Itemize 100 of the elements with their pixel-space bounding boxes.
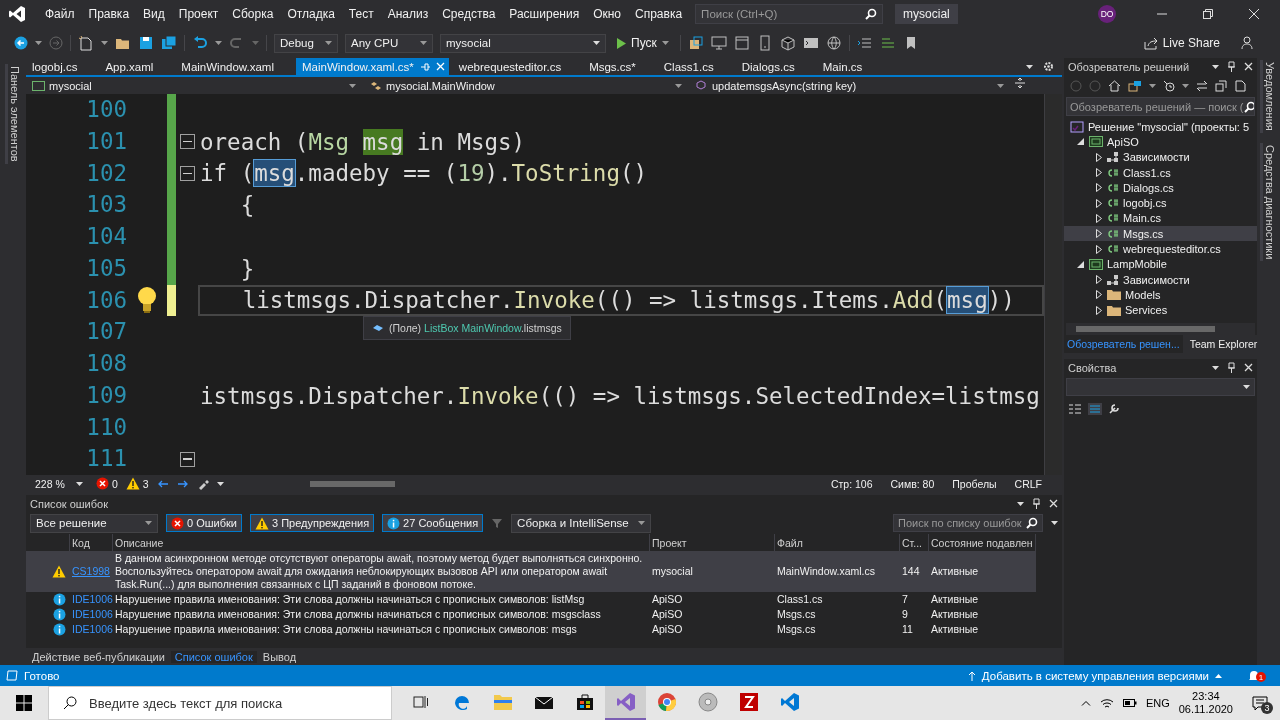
menu-item[interactable]: Справка xyxy=(628,7,690,21)
tree-item[interactable]: logobj.cs xyxy=(1064,195,1257,211)
home-icon[interactable] xyxy=(1108,80,1121,92)
language-indicator[interactable]: ENG xyxy=(1145,697,1170,709)
settings-icon[interactable] xyxy=(1043,61,1054,72)
filter-toggle[interactable]: 27 Сообщения xyxy=(382,514,484,532)
horizontal-scrollbar[interactable] xyxy=(1066,323,1255,335)
show-files-icon[interactable] xyxy=(1234,80,1246,92)
avatar[interactable]: DO xyxy=(1098,5,1116,23)
live-share-button[interactable]: Live Share xyxy=(1137,35,1226,51)
battery-icon[interactable] xyxy=(1122,698,1137,708)
close-icon[interactable] xyxy=(1248,8,1260,20)
wifi-icon[interactable] xyxy=(1099,697,1114,709)
infinity-logo-icon[interactable] xyxy=(615,692,636,712)
document-tab[interactable]: Dialogs.cs xyxy=(735,58,817,75)
close-icon[interactable] xyxy=(1244,62,1253,71)
error-code-link[interactable]: IDE1006 xyxy=(72,608,113,620)
menu-item[interactable]: Средства xyxy=(435,7,503,21)
window-icon[interactable] xyxy=(733,35,750,51)
vertical-scrollbar[interactable] xyxy=(1044,94,1062,475)
save-icon[interactable] xyxy=(138,35,154,51)
filter-toggle[interactable]: 3 Предупреждения xyxy=(249,514,375,532)
document-tab[interactable]: MainWindow.xaml xyxy=(175,58,296,75)
menu-item[interactable]: Тест xyxy=(341,7,381,21)
bag-icon[interactable] xyxy=(575,693,594,711)
package-icon[interactable] xyxy=(779,35,796,51)
error-code-link[interactable]: IDE1006 xyxy=(72,593,113,605)
configuration-dropdown[interactable]: Debug xyxy=(274,33,338,53)
new-item-icon[interactable] xyxy=(78,35,94,51)
type-dropdown[interactable]: mysocial.MainWindow xyxy=(366,77,686,94)
tree-item[interactable]: Models xyxy=(1064,287,1257,303)
side-tab[interactable]: Уведомления xyxy=(1260,60,1277,133)
collapse-toggle[interactable] xyxy=(179,165,195,181)
wrench-icon[interactable] xyxy=(1108,403,1120,415)
chrome-icon[interactable] xyxy=(656,692,677,712)
source-control-button[interactable]: Добавить в систему управления версиями xyxy=(961,668,1228,683)
tree-item[interactable]: Main.cs xyxy=(1064,210,1257,227)
pin-icon[interactable] xyxy=(1227,362,1236,373)
folder-icon[interactable] xyxy=(492,693,513,711)
menu-item[interactable]: Файл xyxy=(38,7,82,21)
document-tab[interactable]: logobj.cs xyxy=(26,58,100,75)
menu-item[interactable]: Правка xyxy=(81,7,137,21)
startup-project-dropdown[interactable]: mysocial xyxy=(440,33,606,53)
sync-icon[interactable] xyxy=(1196,80,1208,92)
indent-icon[interactable] xyxy=(856,35,873,51)
menu-item[interactable]: Вид xyxy=(136,7,172,21)
tree-item[interactable]: Msgs.cs xyxy=(1064,226,1257,242)
clock-date[interactable]: 06.11.2020 xyxy=(1178,703,1233,716)
expanded-arrow-icon[interactable] xyxy=(1077,138,1084,146)
action-center-icon[interactable] xyxy=(1252,696,1268,710)
categorized-icon[interactable] xyxy=(1068,403,1082,415)
filter-toggle[interactable]: 0 Ошибки xyxy=(166,514,242,532)
comment-icon[interactable] xyxy=(879,35,896,51)
mail-icon[interactable] xyxy=(533,694,554,710)
run-button[interactable]: Пуск xyxy=(613,36,673,50)
clock-time[interactable]: 23:34 xyxy=(1192,690,1220,703)
collapse-toggle[interactable] xyxy=(179,134,195,150)
undo-icon[interactable] xyxy=(192,35,208,51)
expanded-arrow-icon[interactable] xyxy=(1077,260,1084,268)
menu-item[interactable]: Расширения xyxy=(502,7,587,21)
tool-tab[interactable]: Вывод xyxy=(258,650,301,663)
tree-item[interactable]: ApiSO xyxy=(1064,134,1257,150)
source-dropdown[interactable]: Сборка и IntelliSense xyxy=(511,513,652,533)
tree-item[interactable]: Решение "mysocial" (проекты: 5 xyxy=(1064,119,1257,135)
panel-tab[interactable]: Обозреватель решен... xyxy=(1064,335,1183,353)
menu-item[interactable]: Сборка xyxy=(225,7,281,21)
restore-icon[interactable] xyxy=(1202,8,1214,20)
close-icon[interactable] xyxy=(1049,499,1058,508)
tree-item[interactable]: Зависимости xyxy=(1064,271,1257,288)
tool-tab[interactable]: Список ошибок xyxy=(170,650,257,663)
lightbulb-icon[interactable] xyxy=(136,286,158,315)
chevron-up-icon[interactable] xyxy=(1080,700,1091,706)
tree-item[interactable]: LampMobile xyxy=(1064,256,1257,272)
search-field[interactable]: Поиск (Ctrl+Q) xyxy=(695,4,884,24)
save-all-icon[interactable] xyxy=(161,35,177,51)
document-tab[interactable]: webrequesteditor.cs xyxy=(452,58,584,75)
project-dropdown[interactable]: mysocial xyxy=(28,77,360,94)
tree-item[interactable]: Services xyxy=(1064,302,1257,318)
document-tab[interactable]: Msgs.cs* xyxy=(583,58,658,75)
scope-dropdown[interactable]: Все решение xyxy=(30,513,158,533)
menu-item[interactable]: Окно xyxy=(586,7,629,21)
toolbox-tab[interactable]: Панель элементов xyxy=(4,64,22,164)
task-view-icon[interactable] xyxy=(412,694,429,710)
disc-icon[interactable] xyxy=(697,692,718,712)
pin-icon[interactable] xyxy=(1227,61,1236,72)
tree-item[interactable]: Class1.cs xyxy=(1064,164,1257,181)
toolbox-icon[interactable] xyxy=(687,35,704,51)
split-icon[interactable] xyxy=(1014,77,1026,89)
menu-item[interactable]: Отладка xyxy=(280,7,342,21)
error-code-link[interactable]: IDE1006 xyxy=(72,623,113,635)
filezilla-icon[interactable] xyxy=(738,692,759,712)
switch-views-icon[interactable] xyxy=(1128,80,1142,92)
terminal-icon[interactable] xyxy=(802,35,819,51)
collapse-toggle[interactable] xyxy=(179,451,195,467)
windows-logo-icon[interactable] xyxy=(16,695,32,711)
menu-item[interactable]: Анализ xyxy=(380,7,436,21)
menu-item[interactable]: Проект xyxy=(171,7,226,21)
collapse-all-icon[interactable] xyxy=(1215,80,1227,92)
tree-item[interactable]: Зависимости xyxy=(1064,149,1257,165)
pin-icon[interactable] xyxy=(1032,498,1041,509)
